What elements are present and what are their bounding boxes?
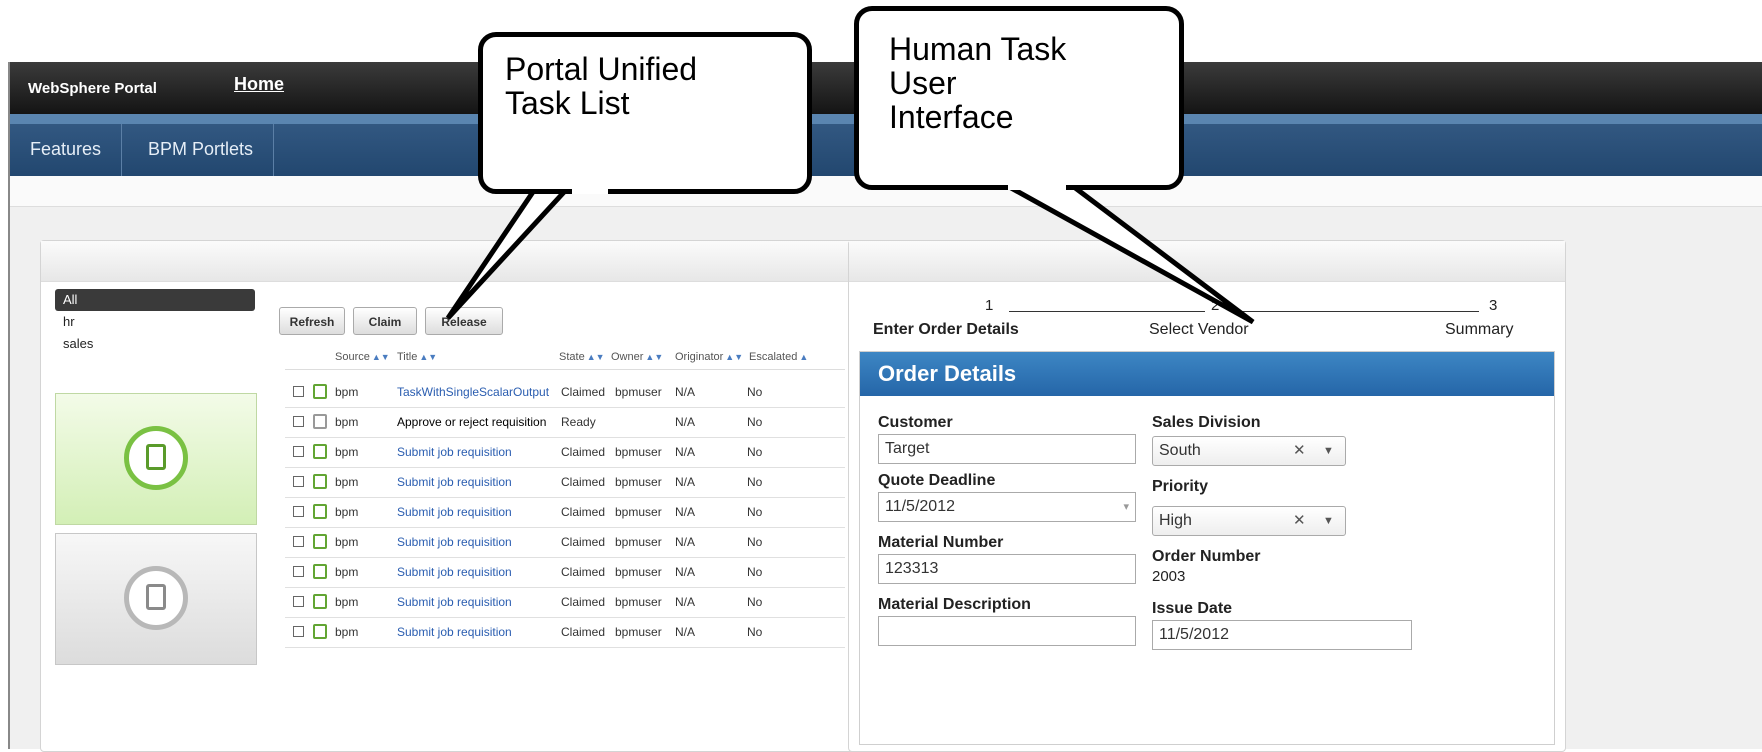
task-list-callout: Portal Unified Task List [478,32,812,194]
callout-tail-join [1008,182,1066,190]
callout-text-line: Interface [889,99,1014,135]
callout-text-line: Portal Unified [505,51,698,87]
callout-text-line: User [889,65,957,101]
callout-text-line: Task List [505,85,630,121]
human-task-callout: Human Task User Interface [854,6,1184,190]
callout-tail-join [572,186,608,194]
human-task-callout-tail [994,181,1255,325]
callout-text-line: Human Task [889,31,1067,67]
